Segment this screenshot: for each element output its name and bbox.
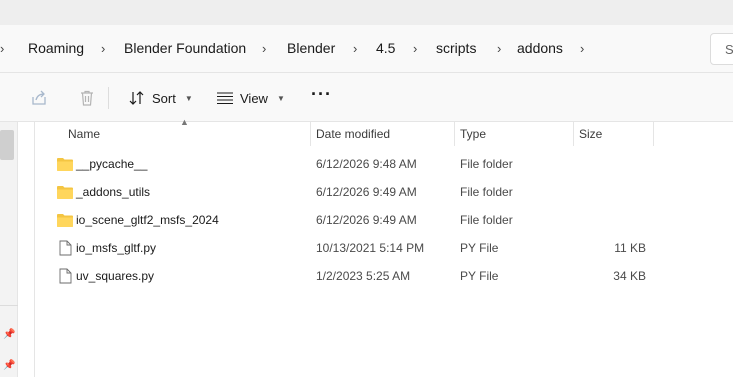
file-type: PY File xyxy=(460,241,499,255)
chevron-right-icon[interactable]: › xyxy=(497,41,501,56)
address-bar[interactable]: › Roaming › Blender Foundation › Blender… xyxy=(0,25,733,73)
view-label: View xyxy=(240,90,268,106)
folder-icon xyxy=(57,158,73,171)
navigation-pane: 📌 📌 xyxy=(0,122,18,377)
nav-scrollbar[interactable] xyxy=(0,130,14,160)
file-icon xyxy=(59,268,72,284)
file-name: _addons_utils xyxy=(76,185,151,199)
breadcrumb-version[interactable]: 4.5 xyxy=(376,40,395,56)
view-button[interactable]: View ▼ xyxy=(216,87,285,109)
more-options-button[interactable]: ··· xyxy=(311,84,332,105)
file-date: 6/12/2026 9:48 AM xyxy=(316,157,417,171)
chevron-right-icon[interactable]: › xyxy=(262,41,266,56)
breadcrumb-addons[interactable]: addons xyxy=(517,40,563,56)
pane-divider[interactable] xyxy=(34,122,35,377)
file-date: 6/12/2026 9:49 AM xyxy=(316,213,417,227)
file-name: uv_squares.py xyxy=(76,269,155,283)
file-date: 6/12/2026 9:49 AM xyxy=(316,185,417,199)
chevron-down-icon: ▼ xyxy=(276,93,285,103)
search-placeholder: S xyxy=(725,42,733,57)
breadcrumb-blender[interactable]: Blender xyxy=(287,40,335,56)
file-type: PY File xyxy=(460,269,499,283)
chevron-right-icon[interactable]: › xyxy=(0,41,4,56)
breadcrumb-roaming[interactable]: Roaming xyxy=(28,40,84,56)
column-separator[interactable] xyxy=(653,122,654,146)
column-header-type-label: Type xyxy=(460,127,487,141)
view-list-icon xyxy=(217,92,233,105)
column-header-type[interactable]: Type xyxy=(454,122,573,146)
sort-icon xyxy=(129,91,144,105)
file-row[interactable]: io_scene_gltf2_msfs_2024 6/12/2026 9:49 … xyxy=(44,206,664,234)
file-type: File folder xyxy=(460,213,513,227)
command-bar: Sort ▼ View ▼ ··· xyxy=(0,73,733,122)
search-input[interactable]: S xyxy=(710,33,733,65)
chevron-right-icon[interactable]: › xyxy=(413,41,417,56)
pin-icon[interactable]: 📌 xyxy=(3,329,15,340)
file-row[interactable]: uv_squares.py 1/2/2023 5:25 AM PY File 3… xyxy=(44,262,664,290)
file-size: 11 KB xyxy=(614,241,646,255)
column-header-name-label: Name xyxy=(68,127,101,141)
file-icon xyxy=(59,240,72,256)
chevron-right-icon[interactable]: › xyxy=(353,41,357,56)
file-row[interactable]: _addons_utils 6/12/2026 9:49 AM File fol… xyxy=(44,178,664,206)
nav-divider xyxy=(0,305,18,306)
sort-label: Sort xyxy=(152,90,176,106)
file-date: 1/2/2023 5:25 AM xyxy=(316,269,411,283)
column-header-date-label: Date modified xyxy=(316,127,391,141)
file-name: io_msfs_gltf.py xyxy=(76,241,157,255)
pin-icon[interactable]: 📌 xyxy=(3,360,15,371)
file-name: io_scene_gltf2_msfs_2024 xyxy=(76,213,219,227)
column-header-size-label: Size xyxy=(579,127,603,141)
column-header-date[interactable]: Date modified xyxy=(310,122,454,146)
file-type: File folder xyxy=(460,157,513,171)
sort-button[interactable]: Sort ▼ xyxy=(128,87,193,109)
chevron-right-icon[interactable]: › xyxy=(580,41,584,56)
title-strip xyxy=(0,0,733,25)
toolbar-separator xyxy=(108,87,109,109)
delete-icon[interactable] xyxy=(78,89,96,107)
file-size: 34 KB xyxy=(613,269,646,283)
breadcrumb-blender-foundation[interactable]: Blender Foundation xyxy=(124,40,246,56)
file-row[interactable]: io_msfs_gltf.py 10/13/2021 5:14 PM PY Fi… xyxy=(44,234,664,262)
column-header-name[interactable]: Name xyxy=(35,122,310,146)
column-header-size[interactable]: Size xyxy=(573,122,653,146)
folder-icon xyxy=(57,186,73,199)
file-type: File folder xyxy=(460,185,513,199)
file-row[interactable]: __pycache__ 6/12/2026 9:48 AM File folde… xyxy=(44,150,664,178)
folder-icon xyxy=(57,214,73,227)
share-icon[interactable] xyxy=(30,89,48,107)
file-date: 10/13/2021 5:14 PM xyxy=(316,241,425,255)
chevron-right-icon[interactable]: › xyxy=(101,41,105,56)
file-name: __pycache__ xyxy=(76,157,148,171)
breadcrumb-scripts[interactable]: scripts xyxy=(436,40,476,56)
chevron-down-icon: ▼ xyxy=(184,93,193,103)
